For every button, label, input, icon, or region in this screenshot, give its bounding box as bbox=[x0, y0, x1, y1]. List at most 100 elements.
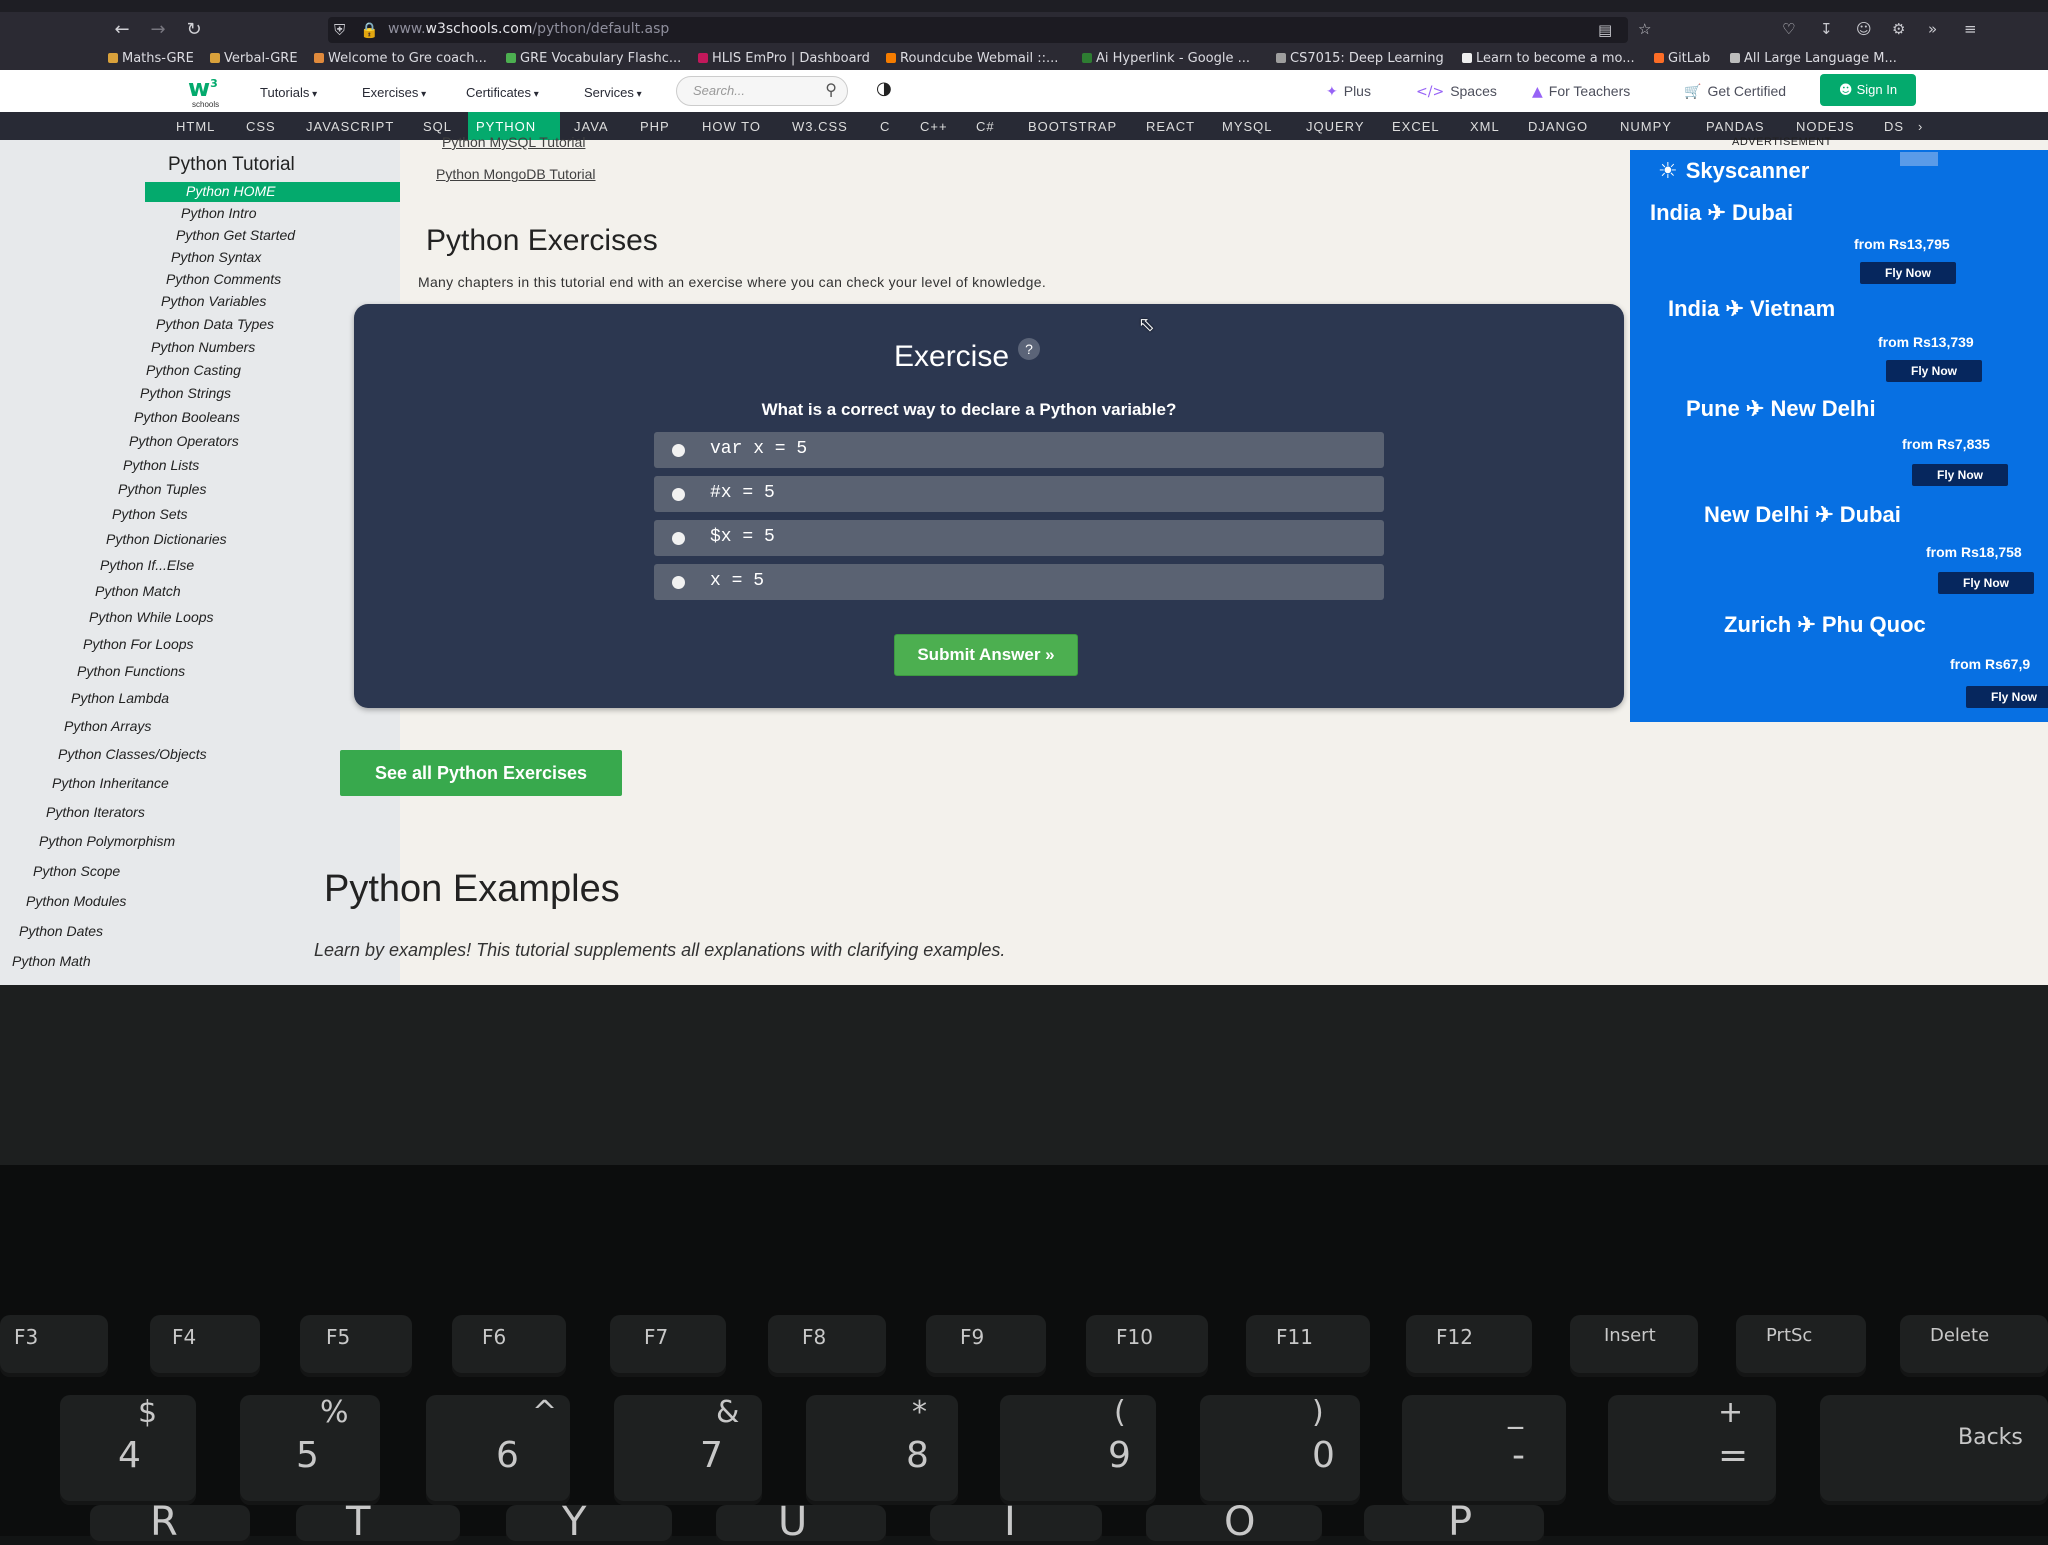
sidebar-item-python-home[interactable]: Python HOME bbox=[186, 183, 275, 199]
sidebar-item-functions[interactable]: Python Functions bbox=[77, 663, 185, 679]
account-icon[interactable]: ☺ bbox=[1856, 20, 1872, 38]
sidebar-item-scope[interactable]: Python Scope bbox=[33, 863, 120, 879]
nav-jquery[interactable]: JQUERY bbox=[1298, 112, 1373, 140]
overflow-icon[interactable]: » bbox=[1928, 20, 1937, 38]
skyscanner-ad[interactable]: ☀ Skyscanner India ✈ Dubai from Rs13,795 … bbox=[1630, 150, 2048, 722]
bookmark-roundcube[interactable]: Roundcube Webmail ::... bbox=[886, 51, 1058, 66]
answer-option-4[interactable]: x = 5 bbox=[654, 564, 1384, 600]
sidebar-item-for-loops[interactable]: Python For Loops bbox=[83, 636, 194, 652]
extensions-icon[interactable]: ⚙ bbox=[1892, 20, 1905, 38]
menu-services[interactable]: Services bbox=[584, 85, 642, 100]
answer-option-2[interactable]: #x = 5 bbox=[654, 476, 1384, 512]
bookmark-verbal-gre[interactable]: Verbal-GRE bbox=[210, 51, 298, 66]
sidebar-item-math[interactable]: Python Math bbox=[12, 953, 91, 969]
sidebar-item-iterators[interactable]: Python Iterators bbox=[46, 804, 145, 820]
reload-icon[interactable]: ↻ bbox=[184, 20, 204, 40]
sidebar-item-modules[interactable]: Python Modules bbox=[26, 893, 126, 909]
spaces-link[interactable]: </> Spaces bbox=[1416, 83, 1497, 100]
nav-scroll-right-icon[interactable]: › bbox=[1910, 112, 1931, 140]
plus-link[interactable]: ✦ Plus bbox=[1326, 83, 1371, 100]
nav-w3css[interactable]: W3.CSS bbox=[784, 112, 856, 140]
bookmark-cs7015[interactable]: CS7015: Deep Learning bbox=[1276, 51, 1444, 66]
sidebar-item-while-loops[interactable]: Python While Loops bbox=[89, 609, 214, 625]
browser-tab-strip[interactable] bbox=[0, 0, 2048, 12]
sidebar-item-tuples[interactable]: Python Tuples bbox=[118, 481, 206, 497]
bookmark-hlis-empro[interactable]: HLIS EmPro | Dashboard bbox=[698, 51, 870, 66]
sidebar-item-operators[interactable]: Python Operators bbox=[129, 433, 239, 449]
for-teachers-link[interactable]: ▲ For Teachers bbox=[1532, 83, 1630, 100]
bookmark-learn-to-become[interactable]: Learn to become a mo... bbox=[1462, 51, 1635, 66]
bookmark-gitlab[interactable]: GitLab bbox=[1654, 51, 1710, 66]
radio-button[interactable] bbox=[672, 576, 685, 589]
sidebar-item-polymorphism[interactable]: Python Polymorphism bbox=[39, 833, 175, 849]
sidebar-item-get-started[interactable]: Python Get Started bbox=[176, 227, 295, 243]
theme-toggle-icon[interactable]: ◑ bbox=[876, 78, 892, 99]
nav-csharp[interactable]: C# bbox=[968, 112, 1003, 140]
nav-c[interactable]: C bbox=[872, 112, 898, 140]
answer-option-3[interactable]: $x = 5 bbox=[654, 520, 1384, 556]
submit-answer-button[interactable]: Submit Answer » bbox=[894, 634, 1078, 676]
sidebar-item-data-types[interactable]: Python Data Types bbox=[156, 316, 274, 332]
menu-tutorials[interactable]: Tutorials bbox=[260, 85, 317, 100]
bookmark-llm[interactable]: All Large Language M... bbox=[1730, 51, 1897, 66]
radio-button[interactable] bbox=[672, 444, 685, 457]
sidebar-item-syntax[interactable]: Python Syntax bbox=[171, 249, 261, 265]
bookmark-star-icon[interactable]: ☆ bbox=[1638, 20, 1651, 38]
sidebar-item-arrays[interactable]: Python Arrays bbox=[64, 718, 151, 734]
search-icon[interactable]: ⚲ bbox=[825, 80, 837, 99]
back-icon[interactable]: ← bbox=[112, 20, 132, 40]
nav-react[interactable]: REACT bbox=[1138, 112, 1203, 140]
nav-php[interactable]: PHP bbox=[632, 112, 678, 140]
nav-excel[interactable]: EXCEL bbox=[1384, 112, 1448, 140]
w3schools-logo[interactable]: w3 schools bbox=[186, 74, 228, 109]
menu-exercises[interactable]: Exercises bbox=[362, 85, 426, 100]
nav-xml[interactable]: XML bbox=[1462, 112, 1508, 140]
sidebar-item-booleans[interactable]: Python Booleans bbox=[134, 409, 240, 425]
fly-now-button[interactable]: Fly Now bbox=[1912, 464, 2008, 486]
get-certified-link[interactable]: 🛒 Get Certified bbox=[1684, 83, 1786, 100]
nav-html[interactable]: HTML bbox=[168, 112, 223, 140]
bookmark-ai-hyperlink[interactable]: Ai Hyperlink - Google ... bbox=[1082, 51, 1250, 66]
sidebar-item-variables[interactable]: Python Variables bbox=[161, 293, 266, 309]
nav-mysql[interactable]: MYSQL bbox=[1214, 112, 1281, 140]
pocket-icon[interactable]: ♡ bbox=[1782, 20, 1795, 38]
help-icon[interactable]: ? bbox=[1018, 338, 1040, 360]
sidebar-item-strings[interactable]: Python Strings bbox=[140, 385, 231, 401]
fly-now-button[interactable]: Fly Now bbox=[1886, 360, 1982, 382]
sidebar-item-numbers[interactable]: Python Numbers bbox=[151, 339, 255, 355]
downloads-icon[interactable]: ↧ bbox=[1820, 20, 1833, 38]
menu-icon[interactable]: ≡ bbox=[1964, 20, 1977, 38]
shield-icon[interactable]: ⛨ bbox=[334, 21, 345, 39]
fly-now-button[interactable]: Fly Now bbox=[1966, 686, 2048, 708]
address-bar[interactable]: ⛨ 🔒 www.w3schools.com/python/default.asp… bbox=[328, 17, 1628, 43]
bookmark-gre-flashcards[interactable]: GRE Vocabulary Flashc... bbox=[506, 51, 681, 66]
ad-choices-icon[interactable] bbox=[1900, 152, 1938, 166]
sidebar-item-if-else[interactable]: Python If...Else bbox=[100, 557, 194, 573]
nav-numpy[interactable]: NUMPY bbox=[1612, 112, 1680, 140]
radio-button[interactable] bbox=[672, 488, 685, 501]
forward-icon[interactable]: → bbox=[148, 20, 168, 40]
sidebar-item-sets[interactable]: Python Sets bbox=[112, 506, 188, 522]
nav-django[interactable]: DJANGO bbox=[1520, 112, 1596, 140]
reader-view-icon[interactable]: ▤ bbox=[1598, 21, 1612, 39]
sidebar-item-python-intro[interactable]: Python Intro bbox=[181, 205, 257, 221]
url-text[interactable]: www.w3schools.com/python/default.asp bbox=[388, 21, 669, 37]
nav-cpp[interactable]: C++ bbox=[912, 112, 956, 140]
sidebar-item-dictionaries[interactable]: Python Dictionaries bbox=[106, 531, 227, 547]
sidebar-item-match[interactable]: Python Match bbox=[95, 583, 181, 599]
link-mongodb-tutorial[interactable]: Python MongoDB Tutorial bbox=[436, 166, 596, 182]
nav-javascript[interactable]: JAVASCRIPT bbox=[298, 112, 402, 140]
nav-ds[interactable]: DS bbox=[1876, 112, 1912, 140]
sign-in-button[interactable]: ☻ Sign In bbox=[1820, 74, 1916, 106]
link-mysql-tutorial[interactable]: Python MySQL Tutorial bbox=[442, 134, 585, 150]
see-all-exercises-button[interactable]: See all Python Exercises bbox=[340, 750, 622, 796]
sidebar-item-classes-objects[interactable]: Python Classes/Objects bbox=[58, 746, 207, 762]
nav-how-to[interactable]: HOW TO bbox=[694, 112, 769, 140]
bookmark-maths-gre[interactable]: Maths-GRE bbox=[108, 51, 194, 66]
nav-css[interactable]: CSS bbox=[238, 112, 284, 140]
sidebar-item-lists[interactable]: Python Lists bbox=[123, 457, 199, 473]
sidebar-item-casting[interactable]: Python Casting bbox=[146, 362, 241, 378]
nav-bootstrap[interactable]: BOOTSTRAP bbox=[1020, 112, 1125, 140]
lock-icon[interactable]: 🔒 bbox=[360, 21, 379, 39]
sidebar-item-lambda[interactable]: Python Lambda bbox=[71, 690, 169, 706]
